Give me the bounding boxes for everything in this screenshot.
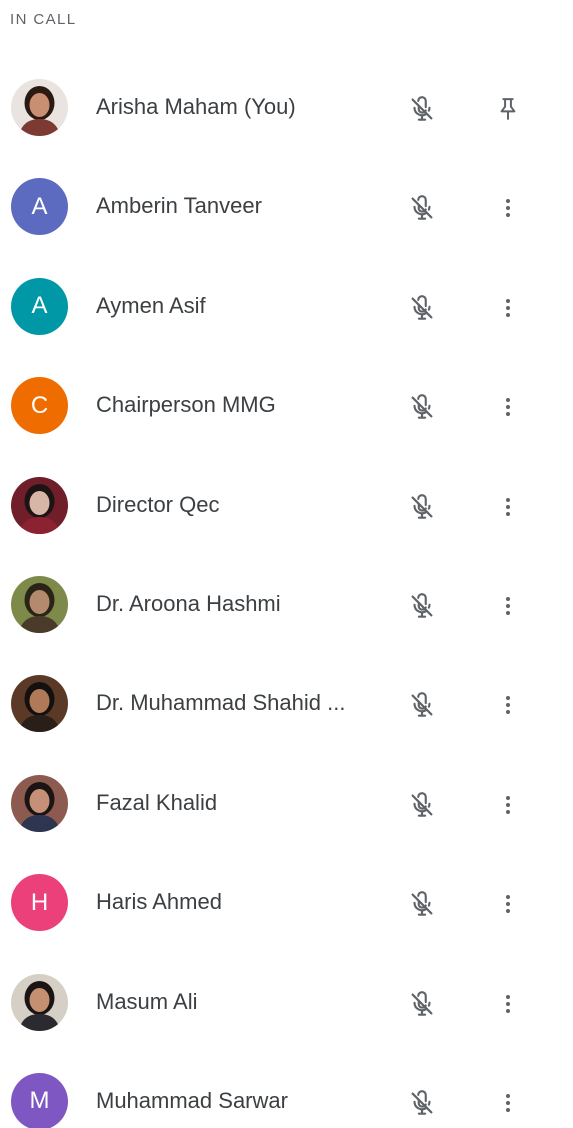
avatar-photo — [11, 79, 68, 136]
pin-icon — [500, 98, 516, 120]
more-options-button[interactable] — [486, 286, 530, 330]
avatar-photo — [11, 675, 68, 733]
mute-toggle-button[interactable] — [400, 87, 444, 131]
mic-off-icon — [411, 394, 433, 419]
avatar-initial: H — [11, 874, 68, 932]
mute-toggle-button[interactable] — [400, 186, 444, 230]
avatar-initial: A — [11, 277, 68, 335]
mic-off-icon — [411, 891, 433, 916]
mute-toggle-button[interactable] — [400, 683, 444, 727]
more-vert-icon — [506, 895, 510, 914]
participant-name: Arisha Maham (You) — [96, 94, 296, 119]
mute-toggle-button[interactable] — [400, 286, 444, 330]
more-vert-icon — [506, 795, 510, 814]
avatar-initial: A — [11, 178, 68, 236]
mic-off-icon — [411, 990, 433, 1016]
avatar-photo — [11, 476, 68, 534]
participant-row[interactable]: H Haris Ahmed — [0, 852, 573, 951]
mic-off-icon — [411, 692, 433, 718]
mute-toggle-button[interactable] — [400, 783, 444, 827]
avatar-photo — [11, 774, 68, 832]
mic-off-icon — [411, 791, 433, 817]
pin-button[interactable] — [486, 87, 530, 131]
mic-off-icon — [411, 493, 433, 519]
more-options-button[interactable] — [486, 982, 530, 1026]
mute-toggle-button[interactable] — [400, 584, 444, 628]
more-vert-icon — [506, 994, 510, 1013]
avatar-photo — [11, 575, 68, 633]
mic-off-icon — [411, 593, 433, 618]
more-vert-icon — [506, 696, 510, 715]
mute-toggle-button[interactable] — [400, 882, 444, 926]
participant-row[interactable]: Fazal Khalid — [0, 753, 573, 852]
participant-row[interactable]: C Chairperson MMG — [0, 355, 573, 454]
participant-name: Director Qec — [96, 491, 220, 517]
participant-name: Chairperson MMG — [96, 392, 276, 418]
section-header-in-call: IN CALL — [10, 11, 77, 28]
participant-name: Amberin Tanveer — [96, 193, 262, 219]
participant-name: Dr. Aroona Hashmi — [96, 590, 281, 616]
participant-row[interactable]: A Aymen Asif — [0, 256, 573, 355]
mute-toggle-button[interactable] — [400, 982, 444, 1026]
more-options-button[interactable] — [486, 584, 530, 628]
avatar-initial: M — [11, 1072, 68, 1128]
participant-row[interactable]: Masum Ali — [0, 952, 573, 1051]
more-vert-icon — [506, 398, 510, 417]
participant-row[interactable]: A Amberin Tanveer — [0, 156, 573, 255]
more-vert-icon — [506, 199, 510, 218]
participant-row[interactable]: Director Qec — [0, 455, 573, 554]
more-vert-icon — [506, 596, 510, 615]
avatar-initial: C — [11, 377, 68, 435]
more-options-button[interactable] — [486, 683, 530, 727]
avatar-photo — [11, 973, 68, 1031]
more-vert-icon — [506, 1093, 510, 1112]
more-options-button[interactable] — [486, 186, 530, 230]
participant-name: Muhammad Sarwar — [96, 1087, 288, 1113]
participant-row[interactable]: Dr. Aroona Hashmi — [0, 554, 573, 653]
participant-row[interactable]: M Muhammad Sarwar — [0, 1051, 573, 1128]
participant-row[interactable]: Arisha Maham (You) — [0, 57, 573, 156]
mute-toggle-button[interactable] — [400, 485, 444, 529]
more-vert-icon — [506, 497, 510, 516]
participant-row[interactable]: Dr. Muhammad Shahid ... — [0, 653, 573, 752]
participant-name: Fazal Khalid — [96, 789, 218, 815]
mic-off-icon — [411, 195, 433, 221]
more-options-button[interactable] — [486, 882, 530, 926]
mute-toggle-button[interactable] — [400, 385, 444, 429]
participant-name: Haris Ahmed — [96, 889, 222, 915]
more-vert-icon — [506, 298, 510, 317]
more-options-button[interactable] — [486, 783, 530, 827]
more-options-button[interactable] — [486, 485, 530, 529]
more-options-button[interactable] — [486, 1081, 530, 1125]
participant-list: Arisha Maham (You) A Amberin Tanveer A Aymen… — [0, 57, 573, 1128]
participants-panel: IN CALL Arisha Maham (You) A Amberin Tanve… — [0, 0, 573, 1128]
participant-name: Dr. Muhammad Shahid ... — [96, 690, 346, 716]
mic-off-icon — [411, 96, 433, 121]
mute-toggle-button[interactable] — [400, 1081, 444, 1125]
more-options-button[interactable] — [486, 385, 530, 429]
participant-name: Aymen Asif — [96, 292, 206, 318]
mic-off-icon — [411, 1089, 433, 1115]
participant-name: Masum Ali — [96, 988, 198, 1014]
mic-off-icon — [411, 294, 433, 320]
